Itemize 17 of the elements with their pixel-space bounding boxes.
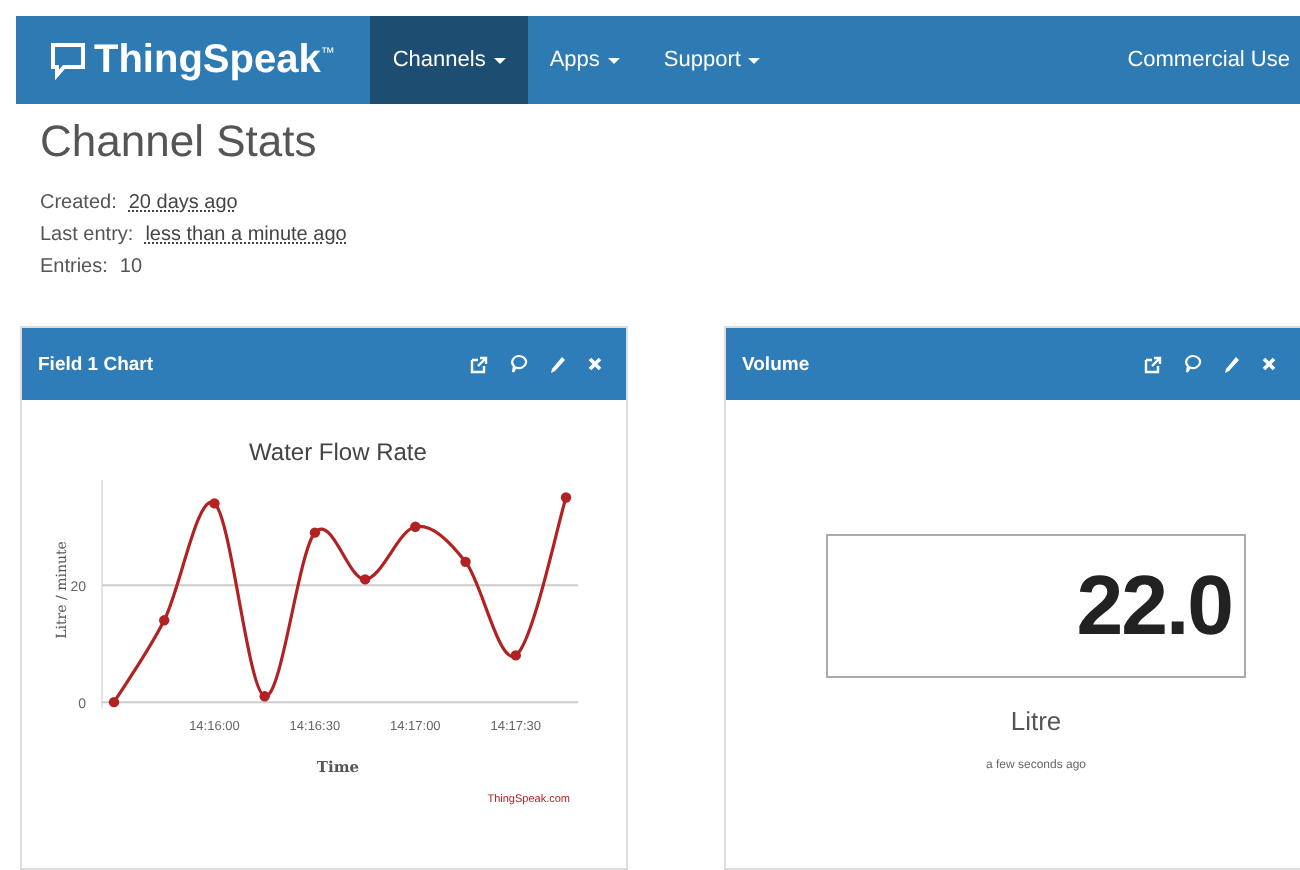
- stat-label: Entries:: [40, 256, 108, 278]
- stat-value: 10: [119, 256, 143, 278]
- unit-label: Litre: [1010, 706, 1062, 736]
- page-title: Channel Stats: [40, 116, 319, 170]
- thingspeak-logo[interactable]: ThingSpeak$^{™}$: [16, 16, 371, 104]
- stat-link[interactable]: 20 days ago: [128, 192, 238, 214]
- stat-label: Last entry:: [40, 224, 134, 246]
- card-title: Volume: [742, 353, 812, 375]
- stat-label: Created:: [40, 192, 117, 214]
- nav-menu[interactable]: Channels: [370, 16, 528, 104]
- nav-menu[interactable]: Apps: [527, 16, 642, 104]
- nav-menu[interactable]: Support: [641, 16, 783, 104]
- stat-link[interactable]: less than a minute ago: [145, 224, 347, 246]
- nav-link[interactable]: Commercial Use: [1127, 16, 1300, 104]
- value-display: 22.0: [826, 534, 1246, 678]
- chart-title: Water Flow Rate: [249, 438, 427, 466]
- card-title: Field 1 Chart: [38, 353, 156, 375]
